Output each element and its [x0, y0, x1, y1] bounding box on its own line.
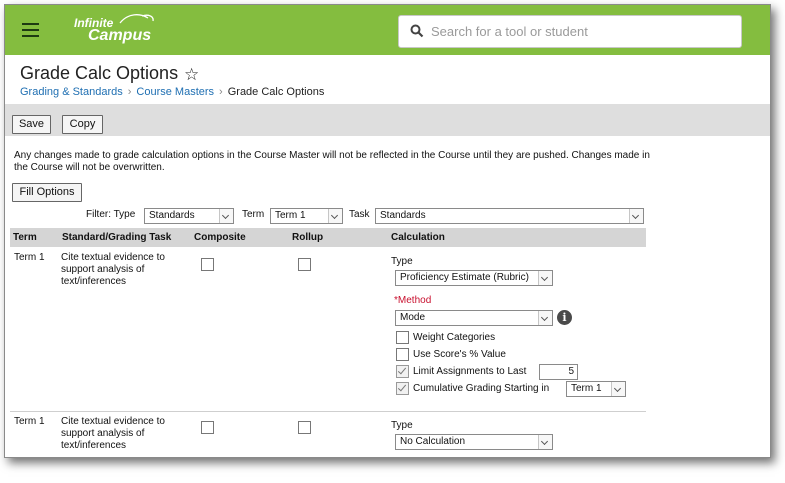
chevron-down-icon — [328, 209, 342, 223]
cumulative-term-value: Term 1 — [571, 383, 602, 394]
chevron-right-icon: › — [127, 86, 132, 98]
app-window: Infinite Campus Grade Calc Options ☆ Gra… — [4, 4, 771, 458]
chevron-down-icon — [219, 209, 233, 223]
cumulative-term-select[interactable]: Term 1 — [566, 381, 626, 397]
calculation-type-select[interactable]: No Calculation — [395, 434, 553, 450]
breadcrumb-grading-standards[interactable]: Grading & Standards — [20, 86, 123, 98]
filter-term-value: Term 1 — [275, 210, 306, 221]
calculation-type-value: No Calculation — [400, 436, 466, 447]
filter-type-select[interactable]: Standards — [144, 208, 234, 224]
menu-icon[interactable] — [22, 23, 39, 37]
chevron-down-icon — [611, 382, 625, 396]
column-header-calculation: Calculation — [391, 232, 445, 243]
notice-text: Any changes made to grade calculation op… — [14, 150, 650, 173]
method-label-text: Method — [397, 295, 432, 306]
favorite-star-icon[interactable]: ☆ — [184, 65, 199, 85]
column-header-task: Standard/Grading Task — [62, 232, 172, 243]
chevron-right-icon: › — [219, 86, 223, 98]
limit-assignments-label: Limit Assignments to Last — [413, 366, 527, 377]
calculation-type-select[interactable]: Proficiency Estimate (Rubric) — [395, 270, 553, 286]
method-select[interactable]: Mode — [395, 310, 553, 326]
search-input[interactable] — [429, 23, 733, 40]
type-label: Type — [391, 420, 413, 431]
row-divider — [10, 411, 646, 412]
chevron-down-icon — [538, 435, 552, 449]
filter-term-label: Term — [242, 209, 265, 220]
search-icon — [410, 24, 424, 38]
composite-checkbox[interactable] — [201, 421, 214, 434]
row-term: Term 1 — [14, 416, 45, 427]
table-header: Term Standard/Grading Task Composite Rol… — [10, 228, 646, 247]
chevron-down-icon — [538, 271, 552, 285]
rollup-checkbox[interactable] — [298, 258, 311, 271]
type-label: Type — [391, 256, 413, 267]
infinite-campus-logo[interactable]: Infinite Campus — [74, 14, 154, 45]
breadcrumb: Grading & Standards › Course Masters › Grade… — [20, 86, 324, 98]
breadcrumb-course-masters[interactable]: Course Masters — [136, 86, 214, 98]
cumulative-grading-checkbox[interactable] — [396, 382, 409, 395]
weight-categories-checkbox[interactable] — [396, 331, 409, 344]
filter-type-label: Filter: Type — [86, 209, 136, 220]
breadcrumb-current: Grade Calc Options — [227, 86, 325, 98]
copy-button[interactable]: Copy — [62, 115, 103, 134]
column-header-term: Term — [13, 232, 37, 243]
page-title: Grade Calc Options — [20, 63, 179, 83]
method-label: *Method — [394, 295, 431, 307]
weight-categories-label: Weight Categories — [413, 332, 496, 343]
column-header-rollup: Rollup — [292, 232, 324, 243]
row-task: Cite textual evidence to support analysi… — [61, 252, 165, 287]
filter-term-select[interactable]: Term 1 — [270, 208, 343, 224]
fill-options-button[interactable]: Fill Options — [12, 183, 82, 202]
filter-task-value: Standards — [380, 210, 426, 221]
row-task: Cite textual evidence to support analysi… — [61, 416, 165, 451]
use-score-label: Use Score's % Value — [413, 349, 506, 360]
logo-swoosh-icon — [119, 14, 154, 24]
column-header-composite: Composite — [194, 232, 246, 243]
search-box[interactable] — [398, 15, 742, 48]
chevron-down-icon — [538, 311, 552, 325]
filter-task-select[interactable]: Standards — [375, 208, 644, 224]
save-button[interactable]: Save — [12, 115, 51, 134]
filter-type-value: Standards — [149, 210, 195, 221]
cumulative-grading-label: Cumulative Grading Starting in — [413, 383, 550, 394]
use-score-checkbox[interactable] — [396, 348, 409, 361]
chevron-down-icon — [629, 209, 643, 223]
limit-assignments-checkbox[interactable] — [396, 365, 409, 378]
rollup-checkbox[interactable] — [298, 421, 311, 434]
calculation-type-value: Proficiency Estimate (Rubric) — [400, 272, 529, 283]
filter-task-label: Task — [349, 209, 370, 220]
action-toolbar: Save Copy — [5, 104, 770, 136]
composite-checkbox[interactable] — [201, 258, 214, 271]
row-term: Term 1 — [14, 252, 45, 263]
limit-assignments-input[interactable]: 5 — [539, 364, 578, 380]
logo-line-2: Campus — [88, 27, 152, 44]
info-icon[interactable]: i — [557, 310, 572, 325]
method-value: Mode — [400, 312, 426, 323]
top-bar: Infinite Campus — [5, 5, 770, 55]
